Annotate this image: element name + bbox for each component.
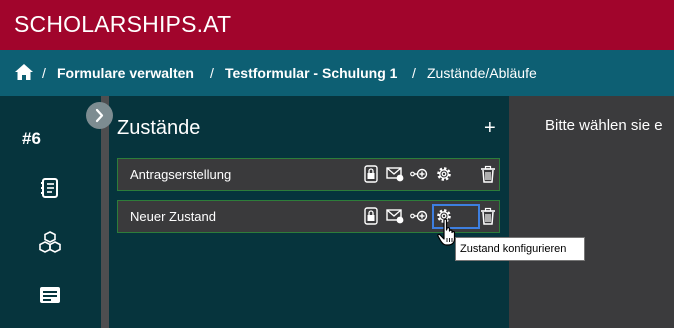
breadcrumb-separator: / [42,65,46,81]
tooltip: Zustand konfigurieren [455,237,585,261]
transition-icon[interactable] [410,165,428,183]
lock-icon[interactable] [362,207,380,225]
transition-icon[interactable] [410,207,428,225]
gear-icon[interactable] [435,165,453,183]
cubes-icon[interactable] [38,230,62,254]
form-icon[interactable] [38,176,62,200]
state-label: Antragserstellung [130,167,232,182]
state-row[interactable]: Antragserstellung [117,158,500,191]
breadcrumb-separator: / [210,65,214,81]
sidebar: #6 [0,96,101,328]
breadcrumb-item-current: Zustände/Abläufe [427,65,537,81]
top-bar: SCHOLARSHIPS.AT [0,0,674,50]
sidebar-divider [101,96,109,328]
chevron-right-icon [95,108,104,123]
breadcrumb-separator: / [412,65,416,81]
brand-logo[interactable]: SCHOLARSHIPS.AT [14,11,231,38]
mail-icon[interactable] [386,165,404,183]
project-id: #6 [22,129,41,148]
lock-icon[interactable] [362,165,380,183]
hand-cursor-icon [437,218,456,246]
sidebar-toggle-button[interactable] [86,102,113,129]
message-icon[interactable] [38,283,62,307]
home-icon[interactable] [14,63,34,81]
breadcrumb-item-formulare[interactable]: Formulare verwalten [57,65,194,81]
mail-icon[interactable] [386,207,404,225]
breadcrumb: / Formulare verwalten / Testformular - S… [0,50,674,96]
state-label: Neuer Zustand [130,209,216,224]
selection-hint: Bitte wählen sie e [545,117,663,134]
breadcrumb-item-testformular[interactable]: Testformular - Schulung 1 [225,65,397,81]
trash-icon[interactable] [479,207,497,225]
detail-pane: Bitte wählen sie e [509,96,674,328]
panel-title: Zustände [117,117,201,139]
trash-icon[interactable] [479,165,497,183]
add-state-button[interactable]: + [484,117,496,140]
